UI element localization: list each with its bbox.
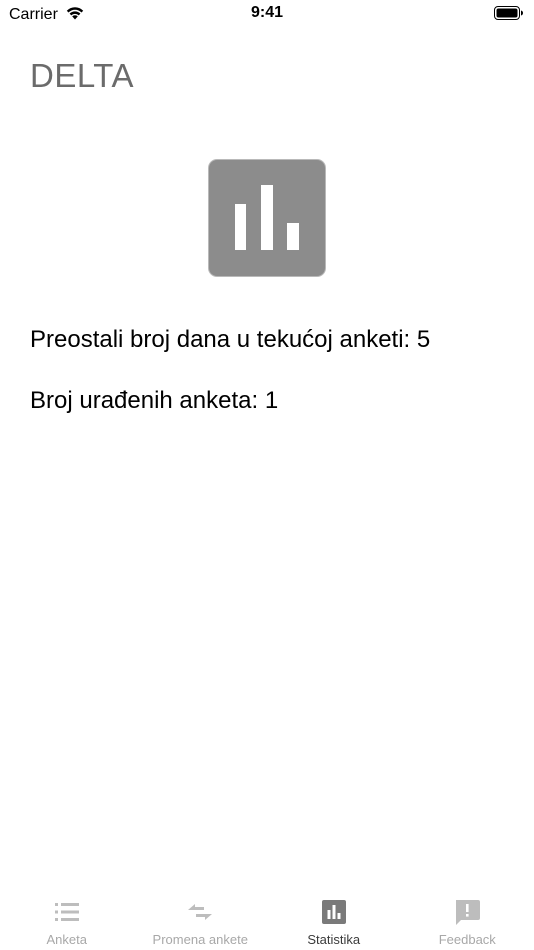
tab-label: Feedback [438, 932, 496, 947]
remaining-days-text: Preostali broj dana u tekućoj anketi: 5 [30, 326, 431, 353]
bar-chart-icon-bar [287, 223, 299, 250]
bar-chart-icon-bar [235, 204, 246, 250]
status-bar: Carrier 9:41 [0, 0, 534, 28]
tab-promena-ankete[interactable]: Promena ankete [134, 885, 268, 950]
tab-anketa[interactable]: Anketa [0, 885, 134, 950]
list-icon [52, 897, 82, 927]
page-title: DELTA [30, 57, 134, 94]
bar-chart-icon-bar [261, 185, 273, 250]
feedback-icon [452, 897, 482, 927]
tab-statistika[interactable]: Statistika [267, 885, 401, 950]
tab-label: Anketa [46, 932, 87, 947]
bar-chart-icon [319, 897, 349, 927]
completed-surveys-text: Broj urađenih anketa: 1 [30, 387, 279, 414]
tab-bar: Anketa Promena ankete Statistika Feedbac… [0, 885, 534, 950]
tab-label: Promena ankete [152, 932, 248, 947]
screen: Carrier 9:41 DELTA Preostali broj dana u… [0, 0, 534, 950]
tab-feedback[interactable]: Feedback [401, 885, 534, 950]
clock: 9:41 [250, 4, 284, 21]
swap-arrows-icon [185, 897, 215, 927]
tab-label: Statistika [307, 932, 361, 947]
bar-chart-icon [209, 160, 325, 276]
battery-icon [494, 6, 524, 25]
